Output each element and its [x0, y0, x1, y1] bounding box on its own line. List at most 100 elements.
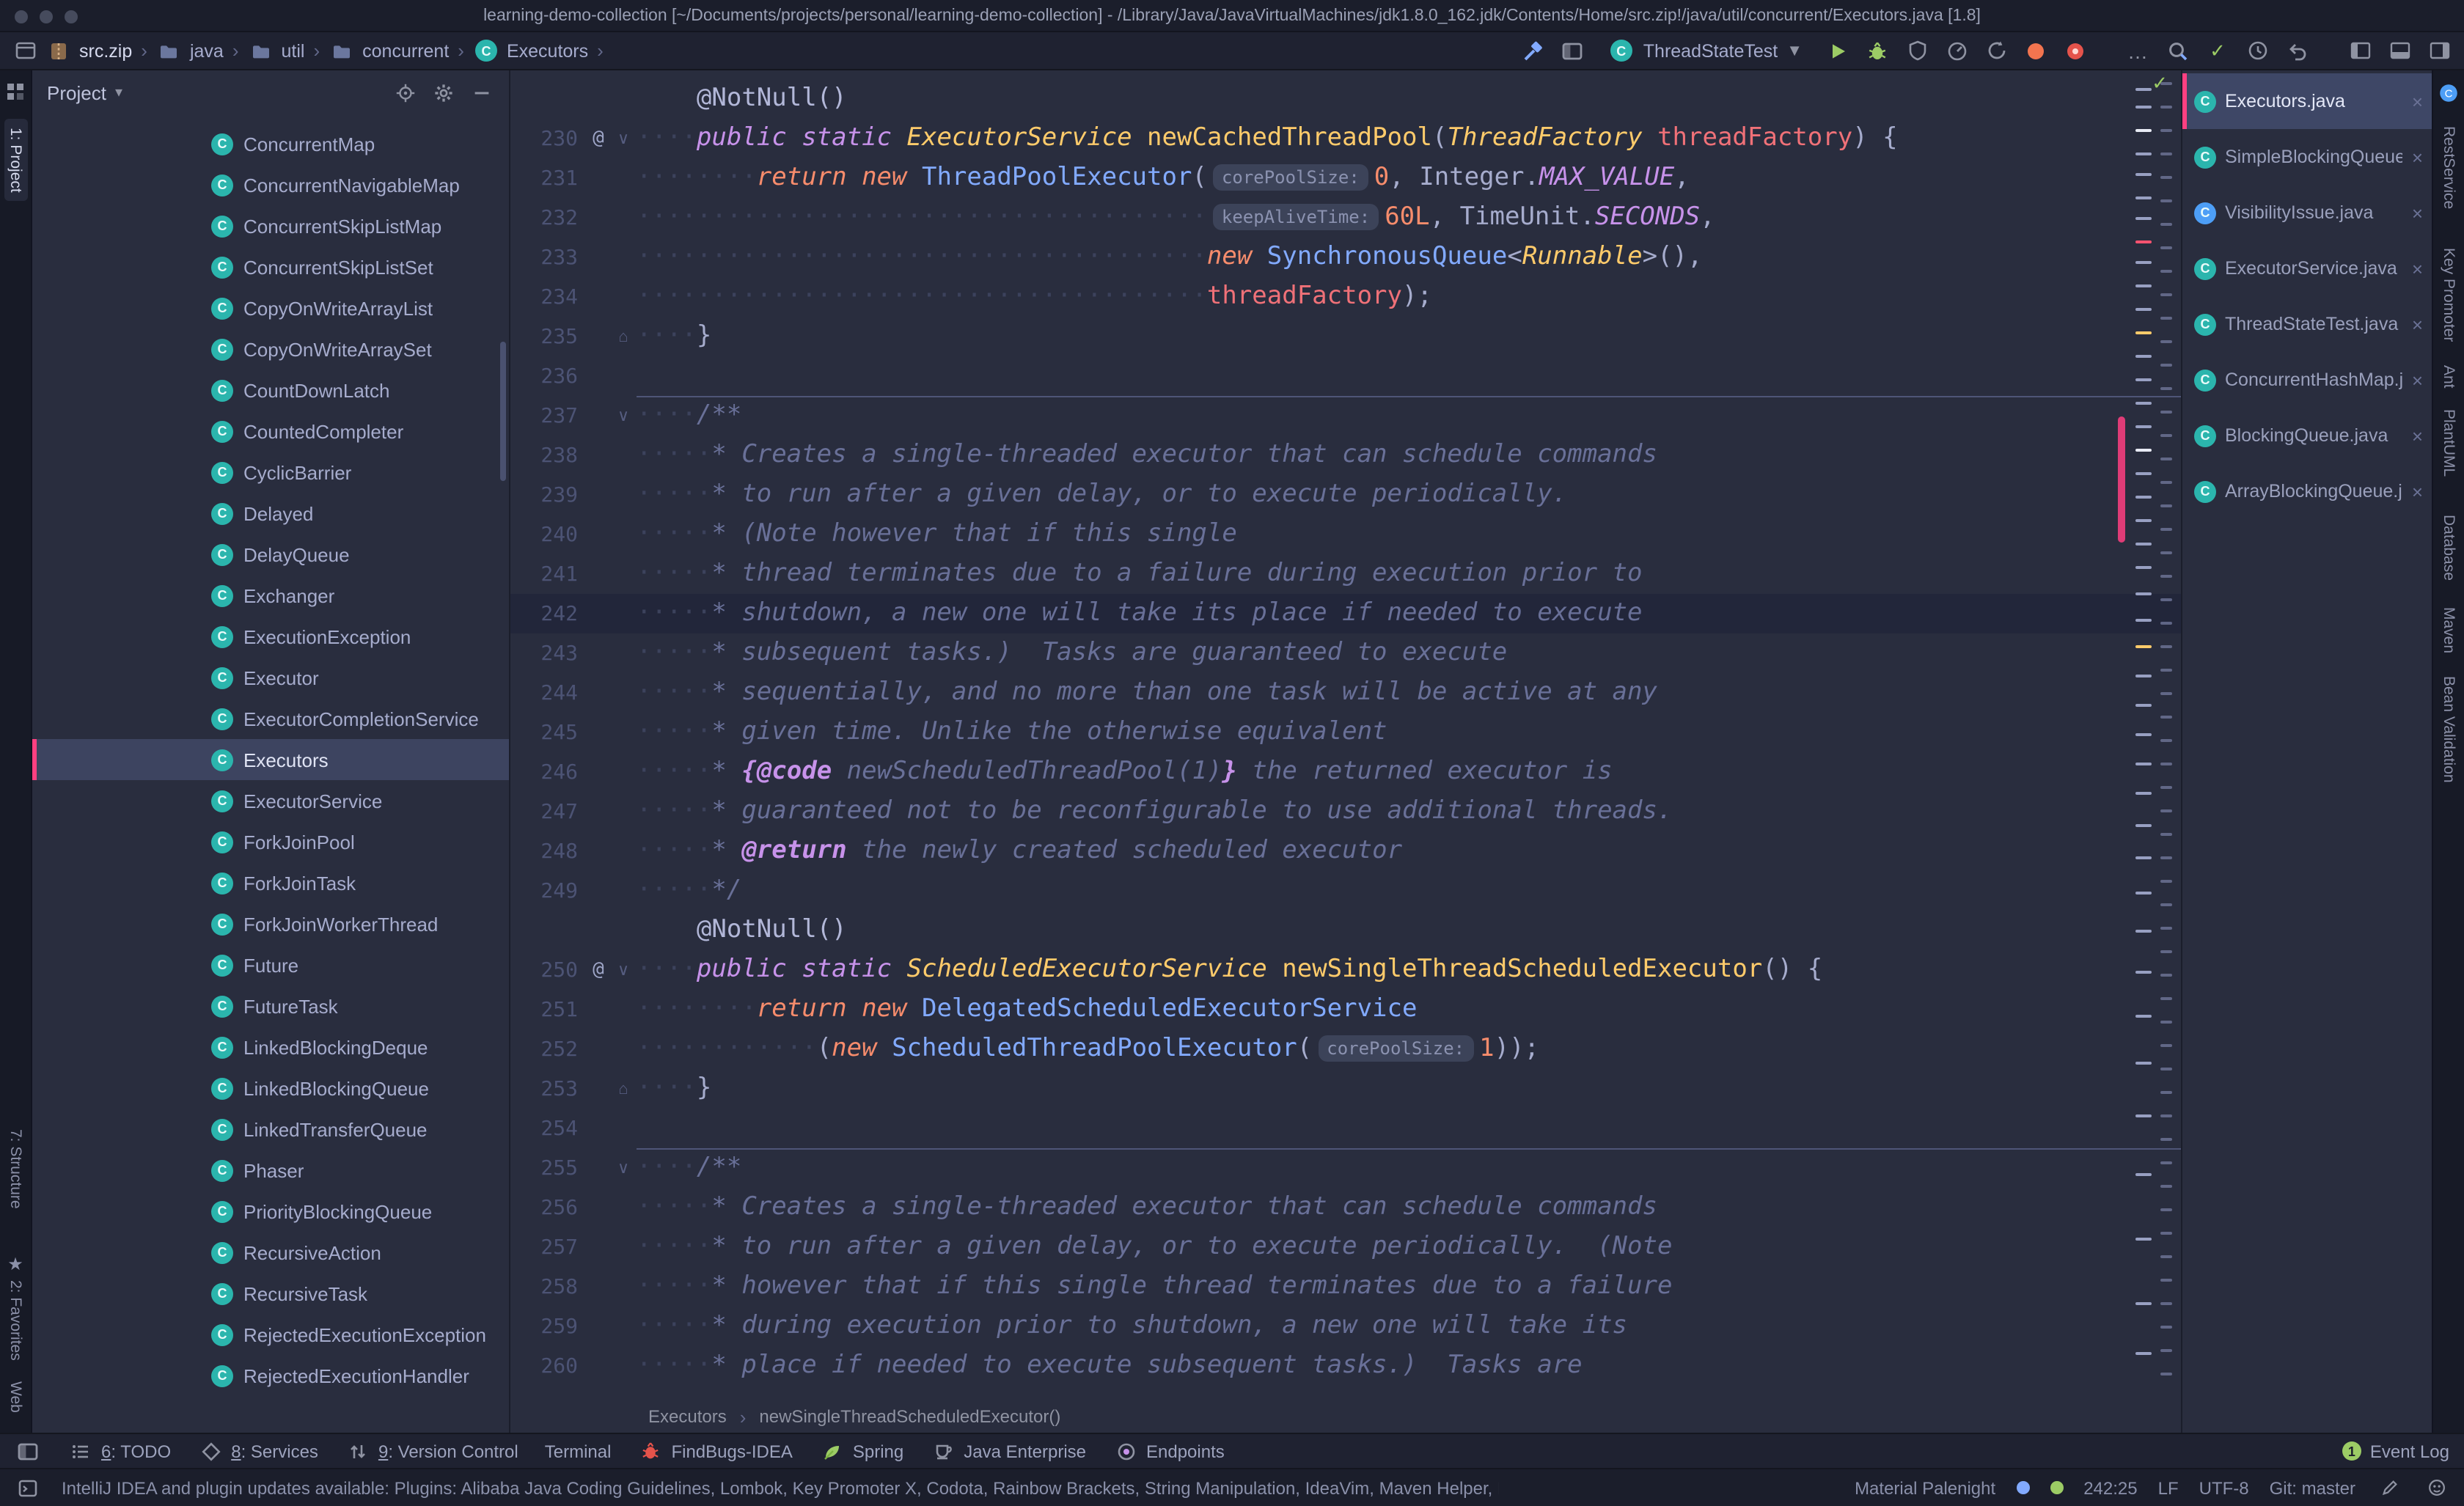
code-line[interactable]: @NotNull(): [510, 79, 2181, 119]
file-tab[interactable]: C ConcurrentHashMap.java ×: [2182, 352, 2432, 408]
fold-marker-icon[interactable]: ∨: [610, 129, 637, 148]
code-line[interactable]: 238 ·····* Creates a single-threaded exec…: [510, 436, 2181, 475]
code-line[interactable]: 257 ·····* to run after a given delay, or…: [510, 1227, 2181, 1267]
tool-window-switcher-icon[interactable]: [15, 1438, 41, 1464]
javaee-icon[interactable]: [930, 1438, 956, 1464]
tree-item[interactable]: C Delayed: [32, 493, 509, 534]
tree-item[interactable]: C RecursiveAction: [32, 1232, 509, 1273]
line-ending[interactable]: LF: [2158, 1477, 2179, 1498]
tool-window-button[interactable]: Terminal: [545, 1441, 612, 1461]
tool-strip-button[interactable]: PlantUML: [2440, 408, 2457, 476]
tree-item[interactable]: C LinkedBlockingQueue: [32, 1068, 509, 1109]
tree-item[interactable]: C ConcurrentNavigableMap: [32, 164, 509, 205]
close-icon[interactable]: ×: [2412, 425, 2423, 447]
code-line[interactable]: 240 ·····* (Note however that if this sin…: [510, 515, 2181, 554]
code-line[interactable]: 254: [510, 1109, 2181, 1148]
tree-item[interactable]: C CopyOnWriteArrayList: [32, 287, 509, 328]
window-controls[interactable]: [15, 10, 78, 23]
folder-icon[interactable]: [329, 37, 355, 64]
vcs-icon[interactable]: [345, 1438, 371, 1464]
code-line[interactable]: 237 ∨ ····/**: [510, 396, 2181, 436]
tree-item[interactable]: C ExecutorService: [32, 780, 509, 821]
code-line[interactable]: 258 ·····* however that if this single th…: [510, 1267, 2181, 1307]
tree-item[interactable]: C PriorityBlockingQueue: [32, 1191, 509, 1232]
file-tab[interactable]: C ArrayBlockingQueue.java ×: [2182, 463, 2432, 519]
project-tree-scrollbar[interactable]: [500, 342, 506, 481]
run-configuration-select[interactable]: C ThreadStateTest ▼: [1599, 34, 1811, 67]
git-branch[interactable]: Git: master: [2270, 1477, 2355, 1498]
close-icon[interactable]: ×: [2412, 480, 2423, 502]
tool-window-button[interactable]: FindBugs-IDEA: [637, 1438, 793, 1464]
fold-marker-icon[interactable]: ⌂: [610, 1080, 637, 1098]
close-window-icon[interactable]: [15, 10, 28, 23]
code-line[interactable]: 255 ∨ ····/**: [510, 1148, 2181, 1188]
todo-icon[interactable]: [67, 1438, 94, 1464]
tree-item[interactable]: C LinkedTransferQueue: [32, 1109, 509, 1150]
file-tab[interactable]: C SimpleBlockingQueue.java ×: [2182, 129, 2432, 185]
file-tab[interactable]: C VisibilityIssue.java ×: [2182, 185, 2432, 240]
tree-item[interactable]: C Future: [32, 944, 509, 985]
error-stripe[interactable]: ✓: [2128, 70, 2181, 1400]
inspections-ok-icon[interactable]: ✓: [2204, 37, 2231, 64]
code-line[interactable]: 243 ·····* subsequent tasks.) Tasks are g…: [510, 633, 2181, 673]
code-line[interactable]: 234 ·····································…: [510, 277, 2181, 317]
code-line[interactable]: 253 ⌂ ····}: [510, 1069, 2181, 1109]
code-line[interactable]: 246 ·····* {@code newScheduledThreadPool(…: [510, 752, 2181, 792]
code-line[interactable]: 244 ·····* sequentially, and no more than…: [510, 673, 2181, 713]
layout-left-icon[interactable]: [2347, 37, 2373, 64]
code-line[interactable]: 235 ⌂ ····}: [510, 317, 2181, 356]
file-tab[interactable]: C ThreadStateTest.java ×: [2182, 296, 2432, 352]
tree-item[interactable]: C RecursiveTask: [32, 1273, 509, 1314]
tree-item[interactable]: C ForkJoinWorkerThread: [32, 903, 509, 944]
editor-scrollbar-thumb[interactable]: [2118, 416, 2125, 543]
tool-window-button[interactable]: Spring: [819, 1438, 903, 1464]
gear-icon[interactable]: [430, 79, 456, 106]
codota-icon[interactable]: C: [2435, 79, 2462, 106]
services-icon[interactable]: [197, 1438, 224, 1464]
tool-strip-button[interactable]: Database: [2440, 514, 2457, 580]
fold-marker-icon[interactable]: ∨: [610, 406, 637, 425]
code-line[interactable]: 233 ·····································…: [510, 238, 2181, 277]
clock-icon[interactable]: [2244, 37, 2270, 64]
close-icon[interactable]: ×: [2412, 202, 2423, 224]
code-line[interactable]: 232 ·····································…: [510, 198, 2181, 238]
tree-item[interactable]: C Exchanger: [32, 575, 509, 616]
tool-strip-button[interactable]: Key Promoter: [2440, 247, 2457, 341]
status-icon[interactable]: [15, 1474, 41, 1501]
theme-widget[interactable]: Material Palenight: [1855, 1477, 1995, 1498]
endpoints-icon[interactable]: [1112, 1438, 1139, 1464]
code-line[interactable]: 252 ············(new ScheduledThreadPoolE…: [510, 1029, 2181, 1069]
tree-item[interactable]: C Executor: [32, 657, 509, 698]
status-message[interactable]: IntelliJ IDEA and plugin updates availab…: [62, 1477, 1499, 1498]
tree-item[interactable]: C ConcurrentSkipListSet: [32, 246, 509, 287]
file-tab[interactable]: C Executors.java ×: [2182, 73, 2432, 129]
code-line[interactable]: 245 ·····* given time. Unlike the otherwi…: [510, 713, 2181, 752]
plugin-orange-icon[interactable]: [2023, 37, 2049, 64]
editor-breadcrumb-item[interactable]: newSingleThreadScheduledExecutor(): [759, 1406, 1060, 1427]
code-line[interactable]: 259 ·····* during execution prior to shut…: [510, 1307, 2181, 1346]
code-line[interactable]: 242 ·····* shutdown, a new one will take …: [510, 594, 2181, 633]
tool-window-button[interactable]: 8: Services: [197, 1438, 318, 1464]
file-tab[interactable]: C ExecutorService.java ×: [2182, 240, 2432, 296]
tree-item[interactable]: C RejectedExecutionException: [32, 1314, 509, 1355]
breadcrumb-item[interactable]: src.zip: [79, 40, 132, 61]
tool-window-button[interactable]: Java Enterprise: [930, 1438, 1086, 1464]
project-panel-title[interactable]: Project: [47, 81, 106, 103]
tree-item[interactable]: C ConcurrentSkipListMap: [32, 205, 509, 246]
code-line[interactable]: 241 ·····* thread terminates due to a fai…: [510, 554, 2181, 594]
close-icon[interactable]: ×: [2412, 313, 2423, 335]
tool-strip-button[interactable]: 2: Favorites: [7, 1279, 24, 1360]
breadcrumb-item[interactable]: Executors: [507, 40, 588, 61]
code-line[interactable]: 250 @ ∨ ····public static ScheduledExecutor…: [510, 950, 2181, 990]
run-icon[interactable]: [1825, 37, 1851, 64]
tool-window-icon[interactable]: [1560, 37, 1586, 64]
tree-item[interactable]: C LinkedBlockingDeque: [32, 1026, 509, 1068]
code-line[interactable]: 231 ········return new ThreadPoolExecutor…: [510, 158, 2181, 198]
tool-strip-button[interactable]: Ant: [2440, 365, 2457, 389]
file-encoding[interactable]: UTF-8: [2199, 1477, 2249, 1498]
code-line[interactable]: 247 ·····* guaranteed not to be reconfigu…: [510, 792, 2181, 831]
tree-item[interactable]: C CyclicBarrier: [32, 452, 509, 493]
search-icon[interactable]: [2165, 37, 2191, 64]
fold-marker-icon[interactable]: ∨: [610, 960, 637, 980]
plugin-red-icon[interactable]: [2062, 37, 2089, 64]
